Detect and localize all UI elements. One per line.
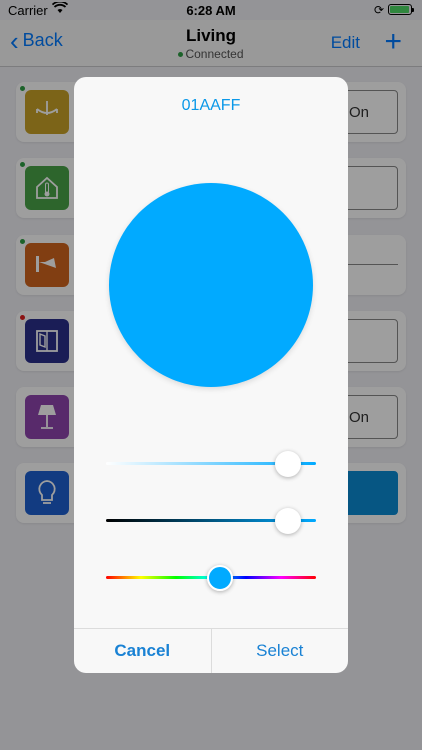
- select-button[interactable]: Select: [212, 629, 349, 673]
- color-picker-dialog: 01AAFF Cancel Select: [74, 77, 348, 673]
- dialog-footer: Cancel Select: [74, 628, 348, 673]
- brightness-thumb[interactable]: [275, 508, 302, 534]
- cancel-button[interactable]: Cancel: [74, 629, 212, 673]
- saturation-thumb[interactable]: [275, 451, 302, 477]
- hex-value: 01AAFF: [181, 97, 241, 114]
- hue-slider[interactable]: [106, 563, 316, 593]
- saturation-slider[interactable]: [106, 449, 316, 479]
- color-preview: [109, 183, 313, 387]
- hue-thumb[interactable]: [207, 565, 234, 591]
- brightness-slider[interactable]: [106, 506, 316, 536]
